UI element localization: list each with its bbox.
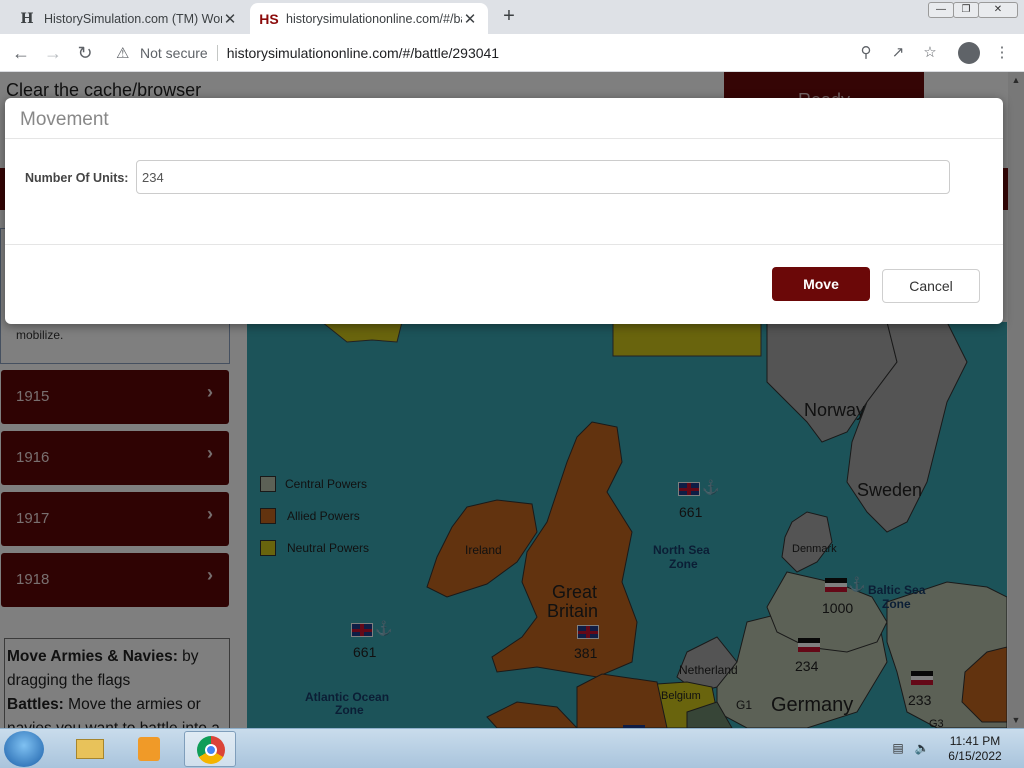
windows-taskbar: ▤ 🔈 11:41 PM 6/15/2022 — [0, 728, 1024, 768]
close-tab-icon[interactable]: ✕ — [222, 10, 238, 28]
address-bar: ← → ↻ ⚠ Not secure historysimulationonli… — [0, 34, 1024, 72]
close-tab-icon[interactable]: ✕ — [462, 10, 478, 28]
explorer-icon[interactable] — [64, 731, 116, 767]
clock-date: 6/15/2022 — [948, 749, 1002, 763]
forward-icon[interactable]: → — [42, 42, 64, 64]
network-icon[interactable]: ▤ — [890, 741, 906, 757]
back-icon[interactable]: ← — [10, 42, 32, 64]
key-icon[interactable]: ⚲ — [856, 43, 876, 63]
tab-history-simulation[interactable]: H HistorySimulation.com (TM) World War 1… — [8, 3, 248, 34]
maximize-button[interactable]: ❐ — [953, 2, 979, 18]
clock-time: 11:41 PM — [949, 734, 1001, 748]
start-button[interactable] — [4, 731, 44, 767]
warning-icon[interactable]: ⚠ — [116, 44, 134, 62]
media-player-icon[interactable] — [124, 731, 176, 767]
window-close-button[interactable]: ✕ — [978, 2, 1018, 18]
new-tab-button[interactable]: + — [498, 5, 520, 27]
tab-title: HistorySimulation.com (TM) World War 1 — [44, 11, 222, 26]
share-icon[interactable]: ↗ — [888, 43, 908, 63]
system-clock[interactable]: 11:41 PM 6/15/2022 — [940, 734, 1010, 764]
star-icon[interactable]: ☆ — [920, 43, 940, 63]
tab-battle[interactable]: HS historysimulationonline.com/#/battle/… — [250, 3, 488, 34]
cancel-button[interactable]: Cancel — [882, 269, 980, 303]
units-label: Number Of Units: — [25, 171, 129, 185]
tab-title: historysimulationonline.com/#/battle/293… — [286, 11, 462, 26]
url-field[interactable]: ⚠ Not secure historysimulationonline.com… — [108, 39, 948, 67]
reload-icon[interactable]: ↻ — [74, 42, 96, 64]
move-button[interactable]: Move — [772, 267, 870, 301]
movement-dialog: Movement Number Of Units: Move Cancel — [5, 98, 1003, 324]
site-favicon-icon: HS — [259, 10, 279, 27]
omnibox-divider — [216, 45, 218, 61]
url-text[interactable]: historysimulationonline.com/#/battle/293… — [227, 45, 499, 61]
browser-tab-strip: H HistorySimulation.com (TM) World War 1… — [0, 0, 1024, 34]
minimize-button[interactable]: — — [928, 2, 954, 18]
dialog-title: Movement — [20, 109, 109, 130]
volume-icon[interactable]: 🔈 — [914, 741, 930, 757]
security-label[interactable]: Not secure — [140, 45, 208, 61]
dialog-header: Movement — [5, 98, 1003, 139]
units-input[interactable] — [136, 160, 950, 194]
site-favicon-icon: H — [20, 10, 34, 27]
profile-icon[interactable] — [958, 42, 980, 64]
menu-icon[interactable]: ⋮ — [992, 43, 1012, 63]
dialog-divider — [5, 244, 1003, 245]
chrome-icon[interactable] — [184, 731, 236, 767]
